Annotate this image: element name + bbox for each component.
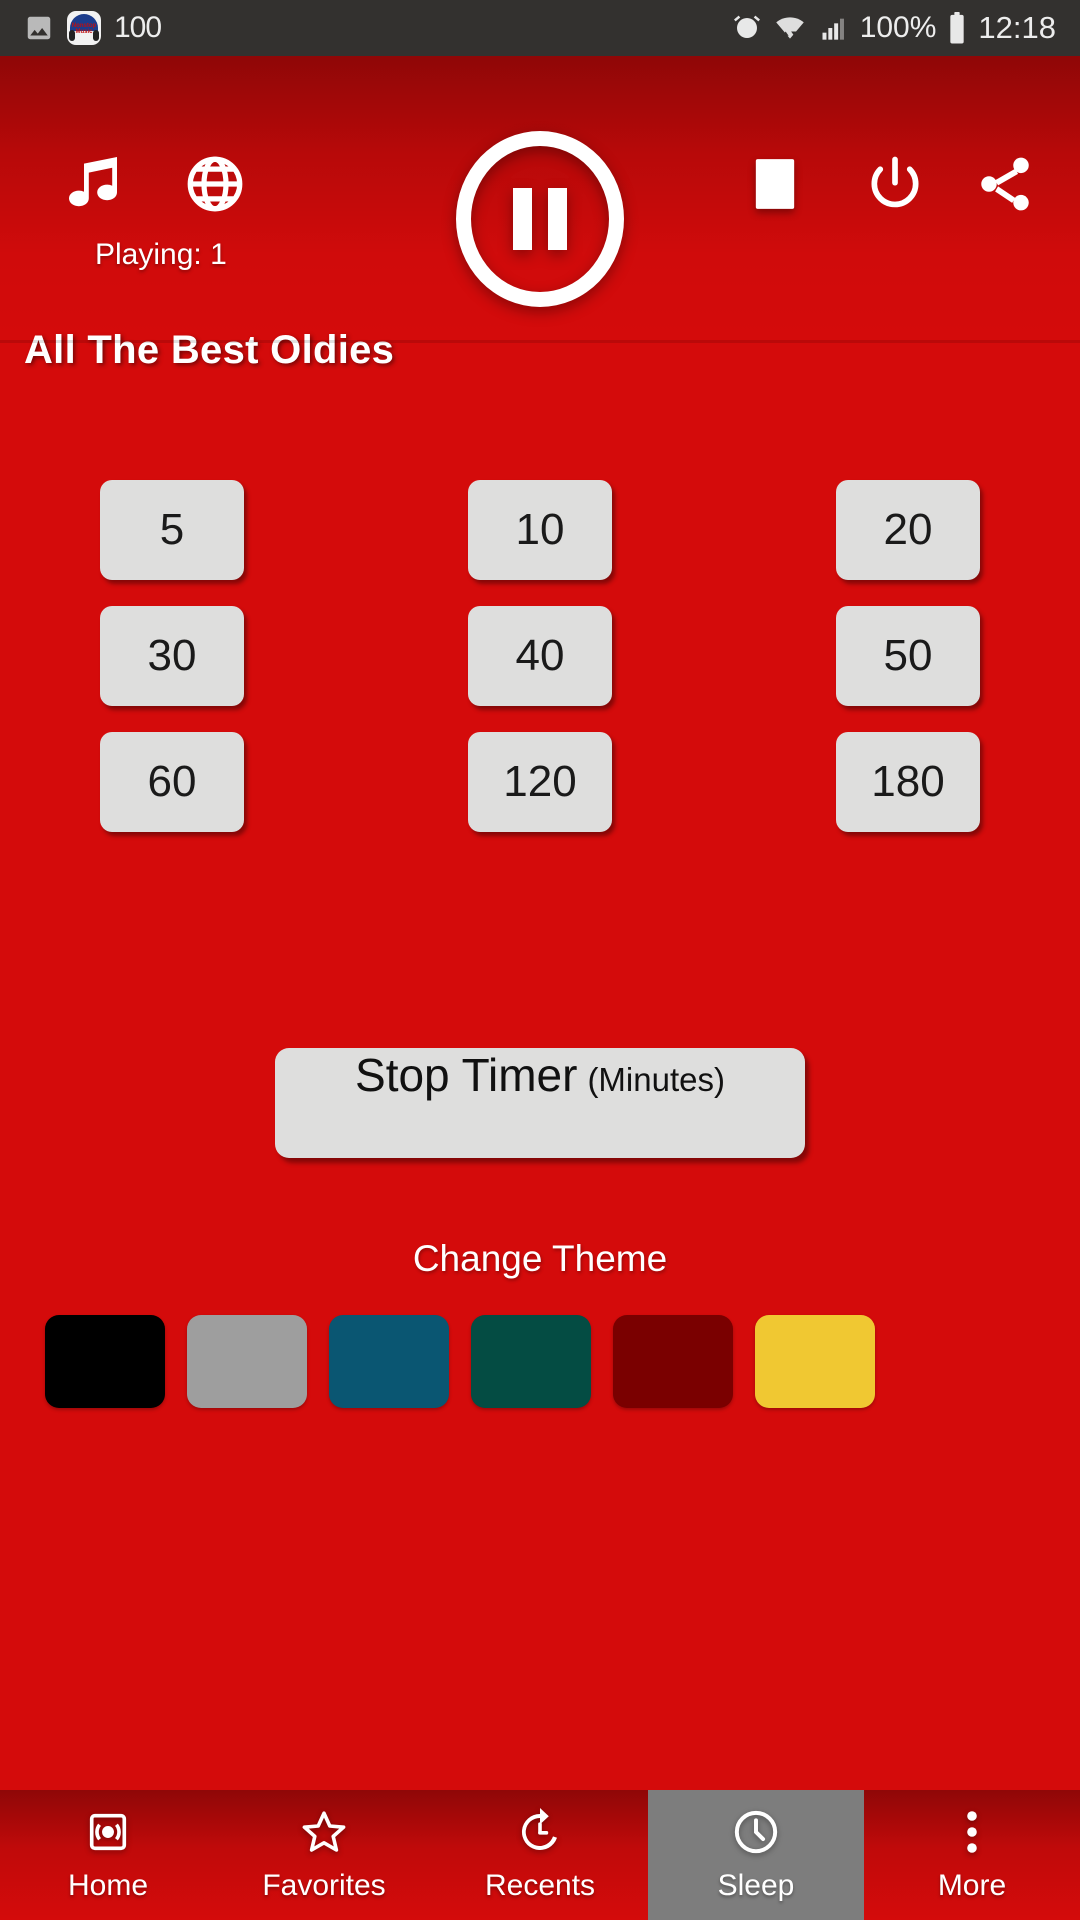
status-bar: Nonstop Music 100 100% 12:18 bbox=[0, 0, 1080, 56]
share-button[interactable] bbox=[965, 144, 1045, 224]
battery-icon bbox=[948, 12, 966, 44]
theme-swatch-blue[interactable] bbox=[329, 1315, 449, 1408]
status-clock: 12:18 bbox=[978, 10, 1056, 45]
history-icon bbox=[516, 1807, 564, 1857]
radio-icon bbox=[85, 1807, 131, 1857]
power-button[interactable] bbox=[855, 144, 935, 224]
app-badge-line2: Music bbox=[75, 29, 93, 35]
star-icon bbox=[299, 1807, 349, 1857]
globe-icon[interactable] bbox=[170, 144, 260, 224]
stop-button[interactable] bbox=[735, 144, 815, 224]
change-theme-label: Change Theme bbox=[412, 1238, 668, 1279]
nav-label-sleep: Sleep bbox=[717, 1869, 795, 1902]
timer-option-10[interactable]: 10 bbox=[467, 480, 612, 580]
nav-item-home[interactable]: Home bbox=[0, 1790, 216, 1920]
nav-label-home: Home bbox=[67, 1869, 149, 1902]
bottom-navigation: Home Favorites Recents Sleep More bbox=[0, 1790, 1080, 1920]
app-notification-icon: Nonstop Music bbox=[67, 11, 101, 45]
battery-percent: 100% bbox=[859, 11, 937, 44]
image-icon bbox=[24, 13, 54, 43]
timer-option-180[interactable]: 180 bbox=[836, 732, 980, 832]
status-bar-left: Nonstop Music 100 bbox=[24, 11, 162, 45]
stop-timer-button[interactable]: Stop Timer (Minutes) bbox=[275, 1048, 805, 1158]
theme-swatch-gray[interactable] bbox=[187, 1315, 307, 1408]
timer-option-30[interactable]: 30 bbox=[100, 606, 244, 706]
playing-label: Playing: 1 bbox=[95, 238, 227, 271]
music-note-icon[interactable] bbox=[48, 144, 138, 224]
header-divider bbox=[0, 340, 1080, 343]
nav-item-more[interactable]: More bbox=[864, 1790, 1080, 1920]
app-root: Nonstop Music 100 100% 12:18 Playing: 1 … bbox=[0, 0, 1080, 1920]
clock-icon bbox=[731, 1807, 781, 1857]
theme-swatch-maroon[interactable] bbox=[613, 1315, 733, 1408]
station-title: All The Best Oldies bbox=[24, 328, 395, 372]
signal-icon bbox=[818, 14, 848, 42]
nav-label-more: More bbox=[937, 1869, 1007, 1902]
app-badge-line1: Nonstop bbox=[71, 22, 97, 29]
nav-label-favorites: Favorites bbox=[262, 1869, 386, 1902]
nav-item-favorites[interactable]: Favorites bbox=[216, 1790, 432, 1920]
pause-button[interactable] bbox=[454, 129, 626, 309]
player-panel: Playing: 1 All The Best Oldies bbox=[0, 56, 1080, 372]
timer-option-50[interactable]: 50 bbox=[836, 606, 980, 706]
timer-option-40[interactable]: 40 bbox=[467, 606, 612, 706]
nav-label-recents: Recents bbox=[484, 1869, 596, 1902]
wifi-icon bbox=[774, 13, 806, 43]
timer-option-60[interactable]: 60 bbox=[100, 732, 244, 832]
nav-item-recents[interactable]: Recents bbox=[432, 1790, 648, 1920]
nav-item-sleep[interactable]: Sleep bbox=[648, 1790, 864, 1920]
pause-ring bbox=[456, 131, 624, 307]
theme-swatch-yellow[interactable] bbox=[755, 1315, 875, 1408]
theme-swatch-black[interactable] bbox=[45, 1315, 165, 1408]
stop-timer-label: Stop Timer bbox=[355, 1049, 578, 1101]
timer-option-20[interactable]: 20 bbox=[836, 480, 980, 580]
timer-option-120[interactable]: 120 bbox=[467, 732, 612, 832]
timer-option-5[interactable]: 5 bbox=[100, 480, 244, 580]
theme-swatch-row bbox=[45, 1315, 1035, 1408]
notification-count: 100 bbox=[114, 11, 162, 44]
stop-timer-unit: (Minutes) bbox=[587, 1061, 725, 1098]
theme-swatch-green[interactable] bbox=[471, 1315, 591, 1408]
sleep-timer-grid: 5 10 20 30 40 50 60 120 180 bbox=[100, 480, 980, 832]
overflow-menu-icon bbox=[962, 1807, 982, 1857]
alarm-icon bbox=[732, 13, 762, 43]
pause-bar-right bbox=[548, 188, 567, 250]
status-bar-right: 100% 12:18 bbox=[732, 10, 1056, 46]
pause-bar-left bbox=[513, 188, 532, 250]
